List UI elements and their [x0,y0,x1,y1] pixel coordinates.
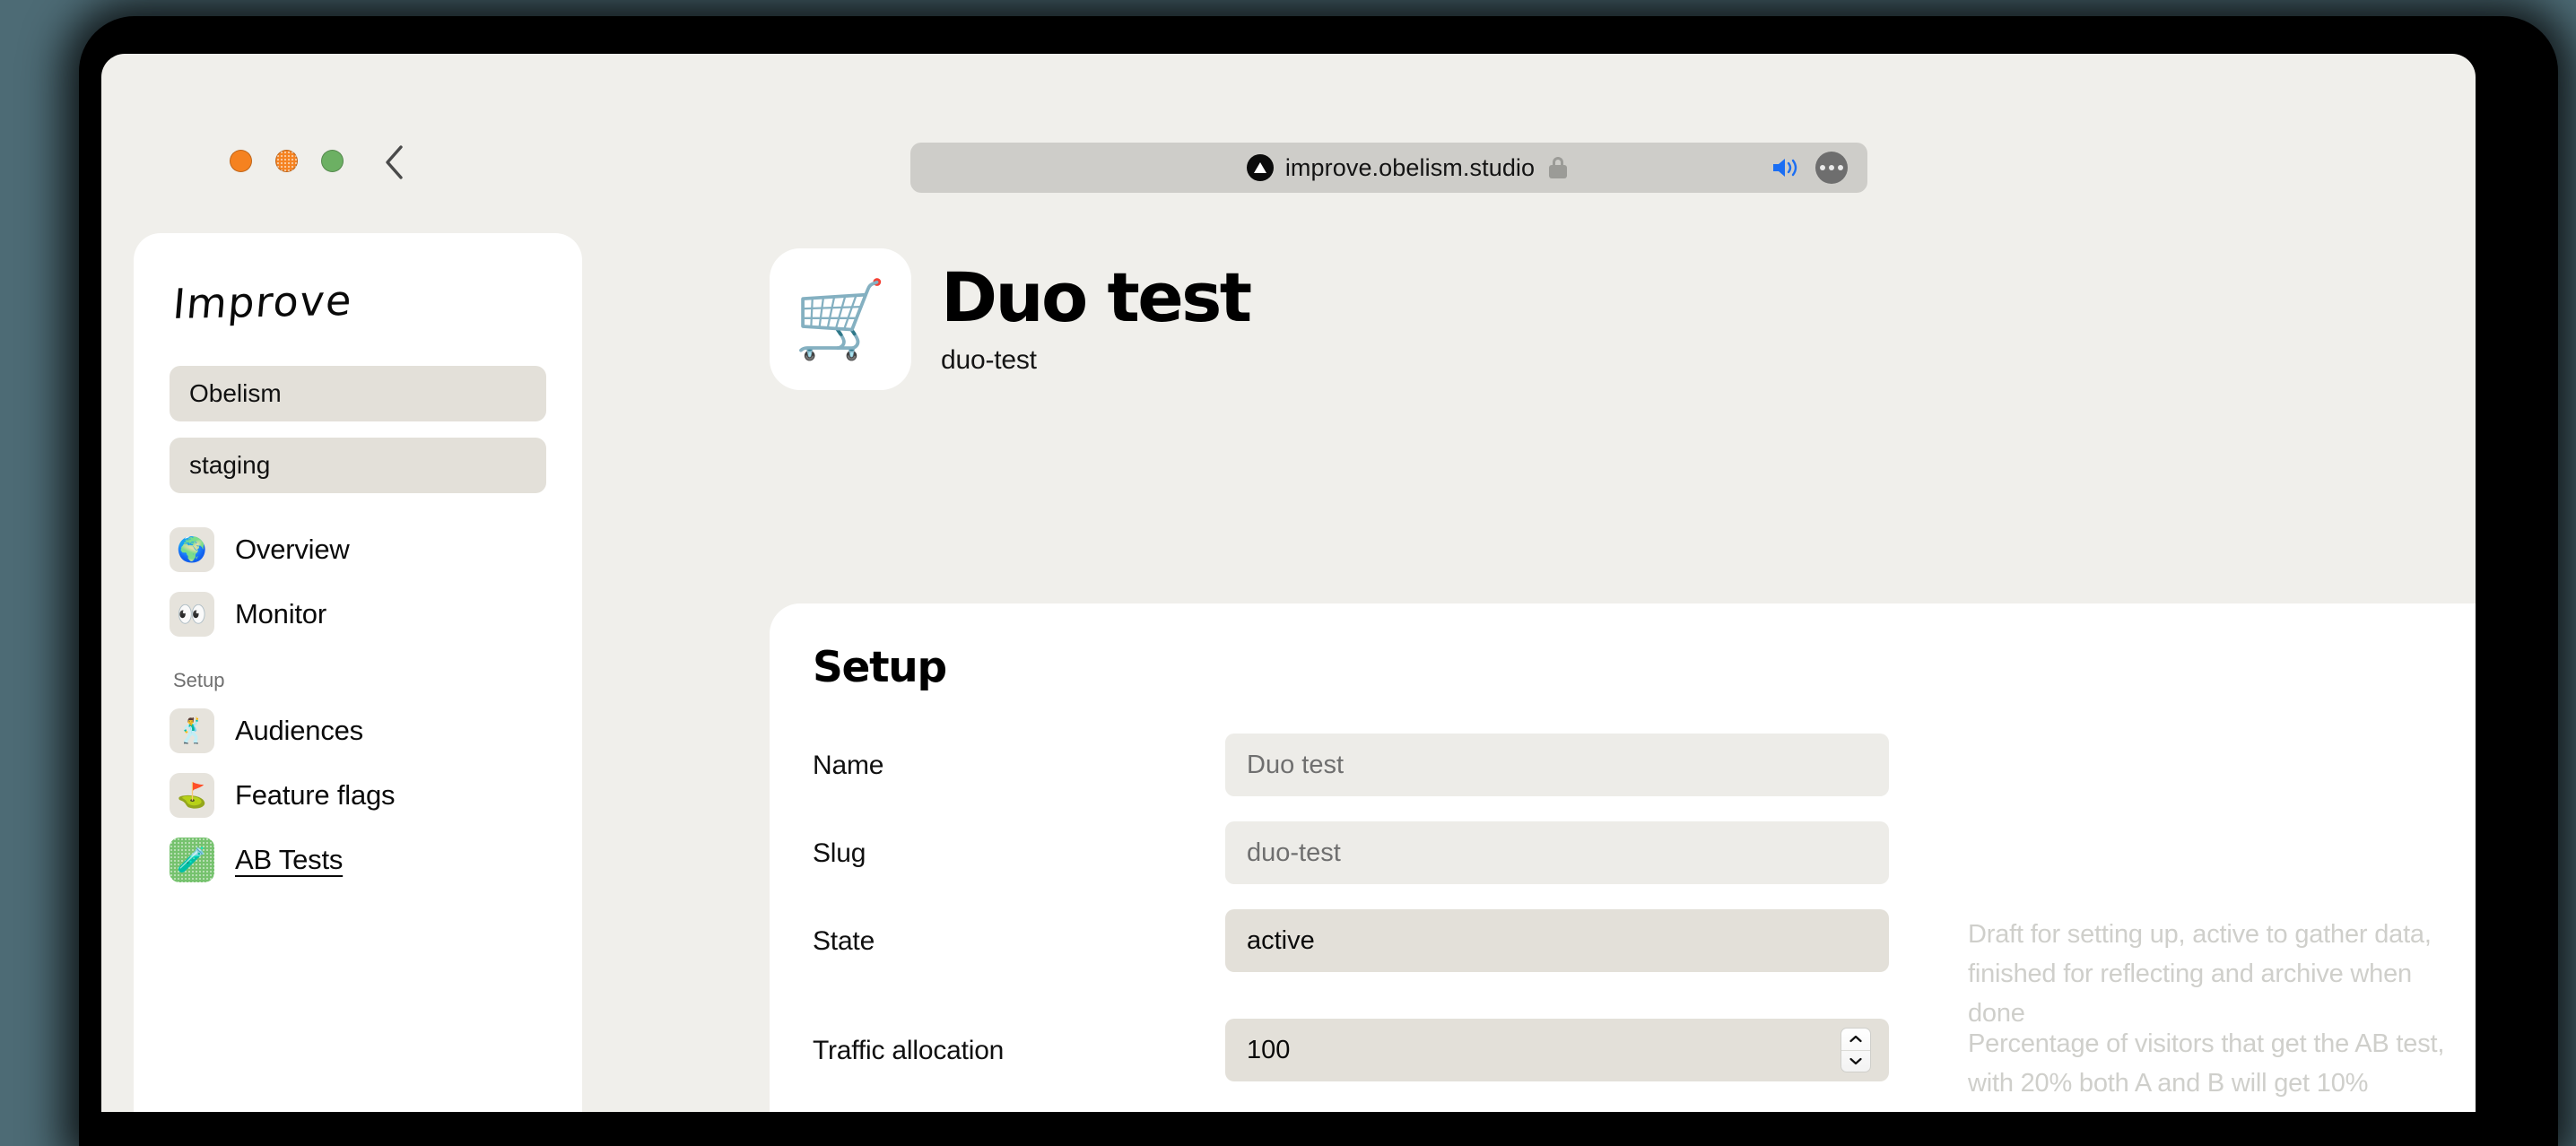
page-body: Improve Obelism staging 🌍 Overview 👀 Mon… [101,184,2476,1112]
browser-toolbar: improve.obelism.studio [101,54,2476,193]
ellipsis-dot [1820,165,1825,170]
org-selector[interactable]: Obelism [170,366,546,421]
setup-card: Setup Name Duo test Slug duo-test State … [770,603,2476,1112]
page-title-block: Duo test duo-test [941,257,1252,376]
environment-selector-label: staging [189,451,271,479]
chevron-down-icon [1849,1057,1862,1064]
chevron-up-icon [1849,1036,1862,1043]
sidebar-item-overview[interactable]: 🌍 Overview [170,522,546,577]
org-selector-label: Obelism [189,379,282,407]
state-help-text: Draft for setting up, active to gather d… [1968,920,2432,1029]
lock-icon [1549,157,1568,178]
page-header: 🛒 Duo test duo-test [770,184,2476,390]
site-favicon-icon [1246,154,1274,181]
more-options-button[interactable] [1815,152,1848,184]
name-input-value: Duo test [1247,750,1344,779]
sidebar-item-label: Audiences [235,715,363,746]
state-select-value: active [1247,925,1315,955]
minimize-window-button[interactable] [275,150,298,172]
traffic-allocation-value: 100 [1247,1035,1291,1064]
form-row-name: Name Duo test [813,734,2476,796]
test-tube-icon: 🧪 [170,838,214,882]
sidebar-item-label: Monitor [235,598,326,629]
page-title: Duo test [941,257,1252,338]
sidebar-item-feature-flags[interactable]: ⛳ Feature flags [170,768,546,823]
slug-label: Slug [813,838,866,868]
window-controls [230,150,344,172]
sidebar-item-audiences[interactable]: 🕺 Audiences [170,703,546,759]
sidebar-item-label: Overview [235,534,350,565]
slug-input-value: duo-test [1247,838,1341,867]
flag-in-hole-icon: ⛳ [170,773,214,818]
ellipsis-dot [1838,165,1843,170]
quantity-stepper[interactable] [1841,1028,1871,1072]
stepper-increment-button[interactable] [1841,1029,1870,1051]
form-row-slug: Slug duo-test [813,821,2476,884]
state-label: State [813,926,875,956]
name-label: Name [813,751,884,780]
speaker-icon[interactable] [1771,155,1801,180]
eyes-icon: 👀 [170,592,214,637]
page-subtitle: duo-test [941,344,1037,375]
back-button[interactable] [375,142,413,183]
sidebar-item-label: Feature flags [235,779,396,811]
name-input[interactable]: Duo test [1225,734,1889,796]
sidebar-item-monitor[interactable]: 👀 Monitor [170,586,546,642]
address-bar-content: improve.obelism.studio [1246,153,1568,182]
traffic-allocation-help-text: Percentage of visitors that get the AB t… [1968,1029,2445,1098]
main-content: 🛒 Duo test duo-test Setup Name Duo test [770,184,2476,1112]
ellipsis-dot [1829,165,1834,170]
sidebar: Improve Obelism staging 🌍 Overview 👀 Mon… [134,233,582,1112]
stepper-decrement-button[interactable] [1841,1051,1870,1072]
form-row-traffic-allocation: Traffic allocation 100 Percentage of vis… [813,1019,2476,1098]
setup-section-title: Setup [813,643,947,692]
traffic-allocation-input[interactable]: 100 [1225,1019,1889,1081]
sidebar-item-ab-tests[interactable]: 🧪 AB Tests [170,832,546,888]
zoom-window-button[interactable] [321,150,344,172]
chevron-left-icon [386,145,403,179]
sidebar-group-title: Setup [173,669,225,691]
browser-window: improve.obelism.studio Improve Obelism s… [101,54,2476,1112]
close-window-button[interactable] [230,150,252,172]
slug-input[interactable]: duo-test [1225,821,1889,884]
state-select[interactable]: active [1225,909,1889,972]
sidebar-item-label: AB Tests [235,844,344,875]
environment-selector[interactable]: staging [170,438,546,493]
url-text: improve.obelism.studio [1284,153,1536,181]
dancer-icon: 🕺 [170,708,214,753]
brand-logo[interactable]: Improve [171,272,549,328]
sidebar-nav: 🌍 Overview 👀 Monitor Setup 🕺 Audiences ⛳… [170,522,546,888]
globe-icon: 🌍 [170,527,214,572]
form-row-state: State active Draft for setting up, activ… [813,909,2476,1028]
shopping-cart-icon: 🛒 [770,248,911,390]
traffic-allocation-label: Traffic allocation [813,1036,1005,1065]
